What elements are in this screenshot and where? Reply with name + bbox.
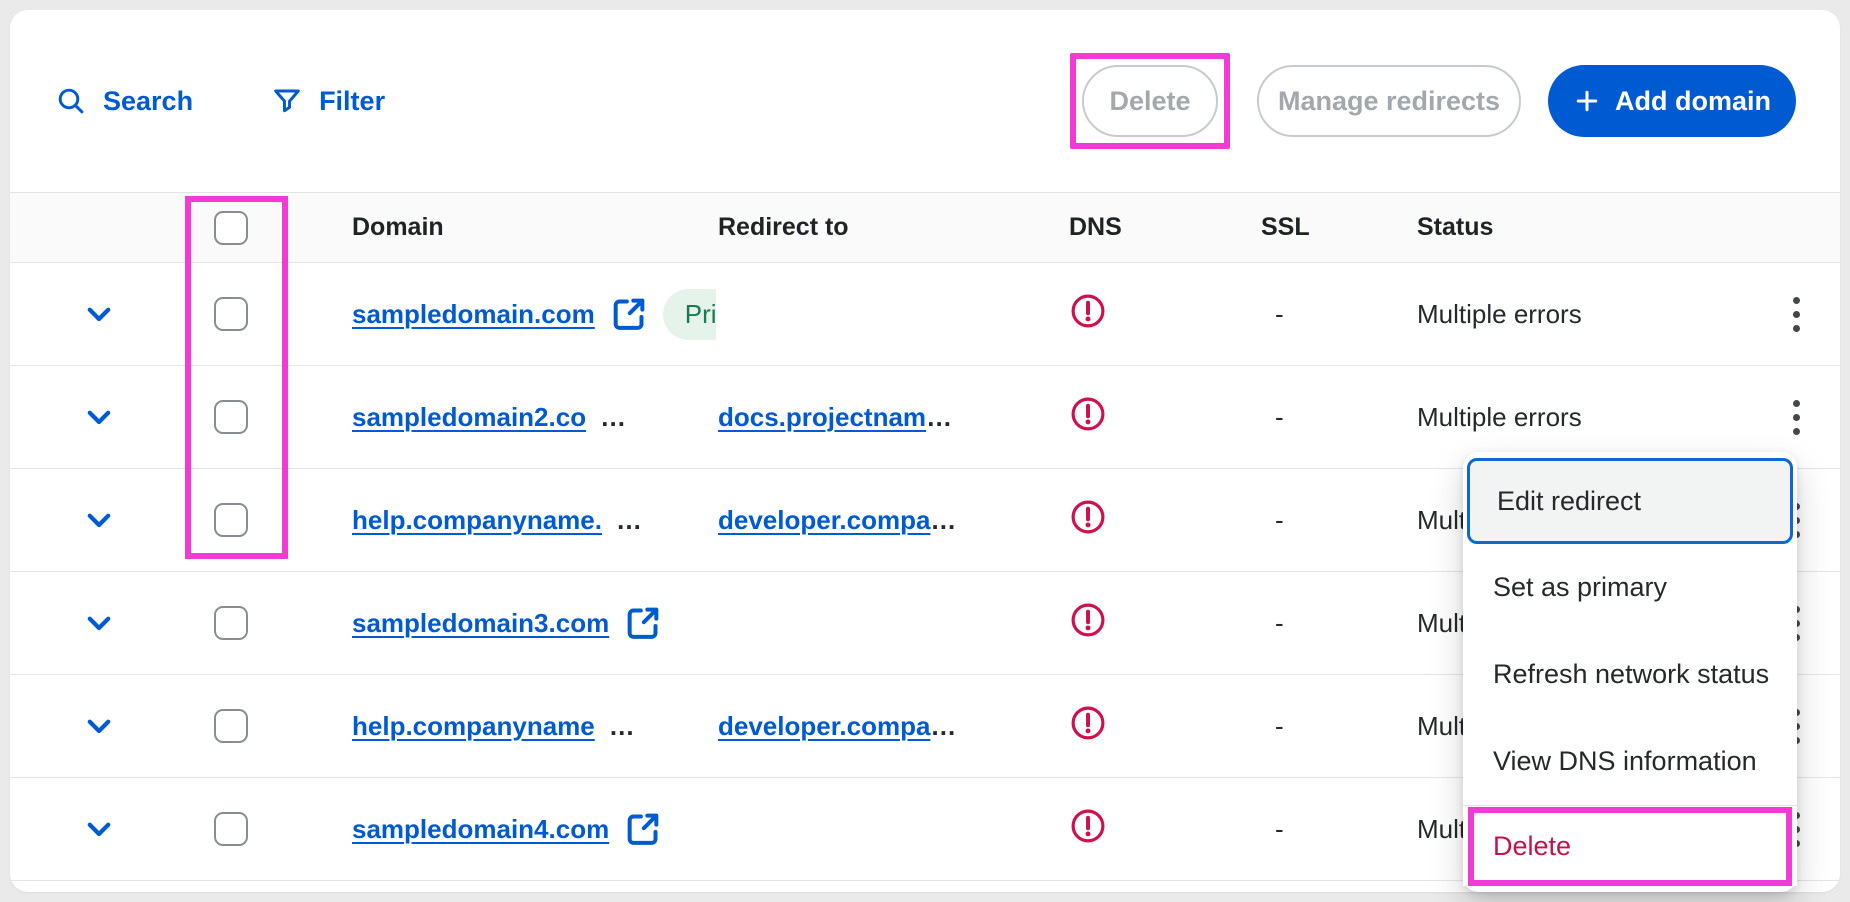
domain-link[interactable]: help.companyname (352, 711, 595, 742)
primary-badge: Primary (663, 289, 716, 340)
truncation-ellipsis: … (600, 402, 628, 433)
toolbar-right: Delete Manage redirects Add domain (1070, 53, 1796, 149)
external-link-icon[interactable] (623, 809, 663, 849)
dns-error-icon (1069, 292, 1107, 330)
external-link-icon[interactable] (609, 294, 649, 334)
toolbar-left: Search Filter (55, 85, 385, 117)
row-checkbox[interactable] (214, 812, 248, 846)
redirect-link[interactable]: developer.compa (718, 505, 930, 535)
domain-link[interactable]: sampledomain3.com (352, 608, 609, 639)
menu-item-view-dns-information[interactable]: View DNS information (1463, 718, 1797, 805)
row-checkbox[interactable] (214, 297, 248, 331)
search-icon (55, 85, 87, 117)
menu-item-delete[interactable]: Delete (1463, 806, 1797, 886)
chevron-down-icon[interactable] (82, 606, 116, 640)
header-dns: DNS (1067, 213, 1259, 242)
status-text: Multiple errors (1415, 299, 1761, 330)
menu-item-refresh-network-status[interactable]: Refresh network status (1463, 631, 1797, 718)
menu-item-edit-redirect[interactable]: Edit redirect (1467, 458, 1793, 544)
plus-icon (1573, 87, 1601, 115)
external-link-icon[interactable] (623, 603, 663, 643)
status-text: Multiple errors (1415, 402, 1761, 433)
filter-icon (271, 85, 303, 117)
annotation-box-delete-button: Delete (1070, 53, 1230, 149)
domain-link[interactable]: sampledomain.com (352, 299, 595, 330)
redirect-link[interactable]: docs.projectnam (718, 402, 926, 432)
add-domain-label: Add domain (1615, 86, 1771, 117)
chevron-down-icon[interactable] (82, 400, 116, 434)
redirect-link[interactable]: developer.compa (718, 711, 930, 741)
chevron-down-icon[interactable] (82, 297, 116, 331)
row-checkbox[interactable] (214, 709, 248, 743)
header-checkbox-cell (160, 211, 350, 245)
truncation-ellipsis: … (930, 505, 958, 535)
dns-error-icon (1069, 498, 1107, 536)
filter-button[interactable]: Filter (271, 85, 385, 117)
row-checkbox[interactable] (214, 400, 248, 434)
header-status: Status (1415, 213, 1761, 242)
ssl-value: - (1259, 299, 1415, 330)
domain-link[interactable]: help.companyname. (352, 505, 602, 536)
truncation-ellipsis: … (609, 711, 637, 742)
domain-link[interactable]: sampledomain4.com (352, 814, 609, 845)
filter-label: Filter (319, 86, 385, 117)
dns-error-icon (1069, 395, 1107, 433)
table-header-row: Domain Redirect to DNS SSL Status (10, 192, 1840, 263)
dns-error-icon (1069, 704, 1107, 742)
dns-error-icon (1069, 807, 1107, 845)
page-background: Search Filter Delete Manage redirects Ad… (0, 0, 1850, 902)
row-checkbox[interactable] (214, 503, 248, 537)
table-row: sampledomain.com Primary - Multiple erro… (10, 263, 1840, 366)
kebab-menu-icon[interactable] (1783, 390, 1810, 445)
domains-panel: Search Filter Delete Manage redirects Ad… (10, 10, 1840, 892)
select-all-checkbox[interactable] (214, 211, 248, 245)
ssl-value: - (1259, 608, 1415, 639)
header-ssl: SSL (1259, 213, 1415, 242)
row-actions-menu: Edit redirect Set as primary Refresh net… (1463, 452, 1797, 892)
header-domain: Domain (350, 213, 716, 242)
search-button[interactable]: Search (55, 85, 193, 117)
ssl-value: - (1259, 505, 1415, 536)
truncation-ellipsis: … (930, 711, 958, 741)
search-label: Search (103, 86, 193, 117)
truncation-ellipsis: … (926, 402, 954, 432)
chevron-down-icon[interactable] (82, 709, 116, 743)
ssl-value: - (1259, 711, 1415, 742)
chevron-down-icon[interactable] (82, 812, 116, 846)
truncation-ellipsis: … (616, 505, 644, 536)
header-redirect-to: Redirect to (716, 213, 1067, 242)
delete-button[interactable]: Delete (1082, 65, 1218, 137)
kebab-menu-icon[interactable] (1783, 287, 1810, 342)
row-checkbox[interactable] (214, 606, 248, 640)
manage-redirects-button[interactable]: Manage redirects (1257, 65, 1521, 137)
add-domain-button[interactable]: Add domain (1548, 65, 1796, 137)
toolbar: Search Filter Delete Manage redirects Ad… (10, 10, 1840, 192)
ssl-value: - (1259, 402, 1415, 433)
menu-item-set-as-primary[interactable]: Set as primary (1463, 544, 1797, 631)
chevron-down-icon[interactable] (82, 503, 116, 537)
domain-link[interactable]: sampledomain2.co (352, 402, 586, 433)
ssl-value: - (1259, 814, 1415, 845)
dns-error-icon (1069, 601, 1107, 639)
